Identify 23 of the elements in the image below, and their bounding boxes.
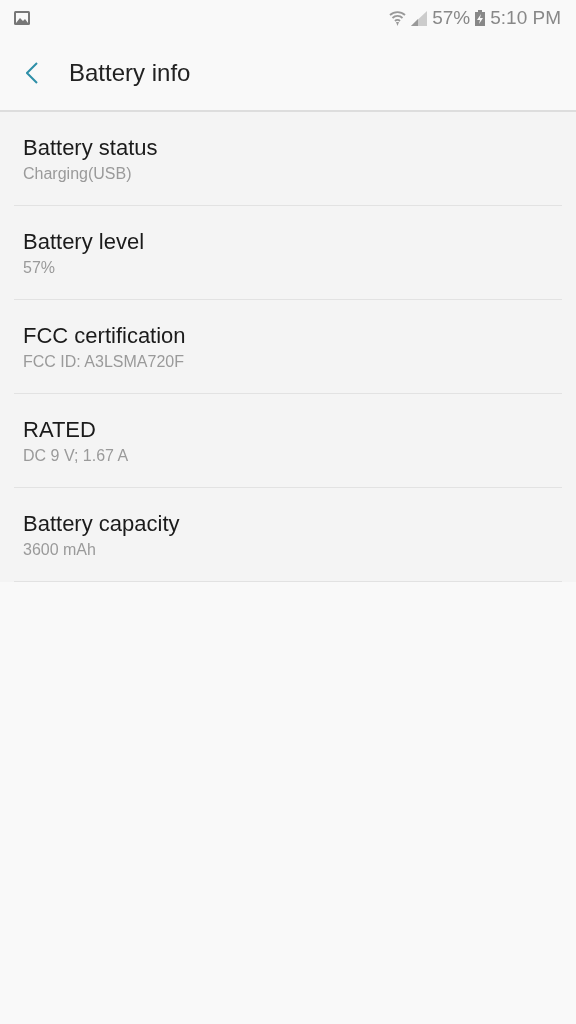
battery-charging-icon [475,10,486,26]
item-title: RATED [23,416,97,443]
image-icon [14,11,30,25]
clock: 5:10 PM [490,7,561,29]
item-title: Battery status [23,134,159,161]
list-item[interactable]: RATED DC 9 V; 1.67 A [14,394,562,488]
item-title: Battery capacity [23,510,181,537]
list-item[interactable]: Battery capacity 3600 mAh [14,488,562,582]
wifi-icon [389,10,407,26]
item-title: Battery level [23,228,146,255]
screen-title: Battery info [69,59,191,87]
item-title: FCC certification [23,322,187,349]
item-value: 57% [23,258,57,277]
item-value: 3600 mAh [23,540,97,559]
back-icon [26,62,38,84]
list-item[interactable]: Battery level 57% [14,206,562,300]
signal-icon [411,10,428,26]
list-item[interactable]: Battery status Charging(USB) [14,112,562,206]
item-value: DC 9 V; 1.67 A [23,446,130,465]
item-value: FCC ID: A3LSMA720F [23,352,185,371]
item-value: Charging(USB) [23,164,133,183]
battery-percent: 57% [432,7,471,29]
list-item[interactable]: FCC certification FCC ID: A3LSMA720F [14,300,562,394]
